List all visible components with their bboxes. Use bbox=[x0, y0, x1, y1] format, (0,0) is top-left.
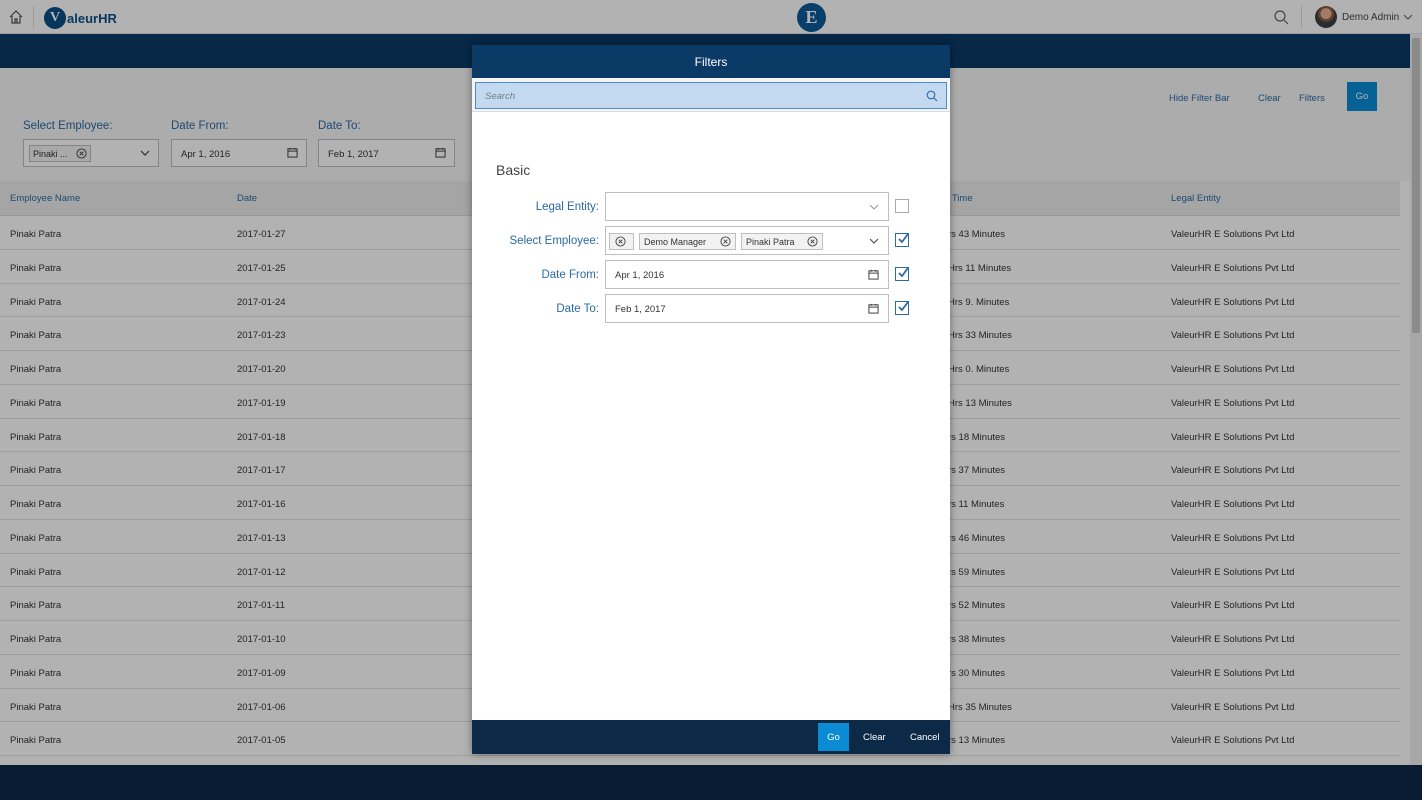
employee-token[interactable] bbox=[609, 233, 634, 250]
date-to-label: Date To: bbox=[556, 303, 599, 315]
date-from-checkbox[interactable] bbox=[895, 267, 909, 281]
employee-token[interactable]: Demo Manager bbox=[639, 233, 736, 250]
employee-multicombo[interactable]: Demo Manager Pinaki Patra bbox=[605, 226, 889, 255]
employee-checkbox[interactable] bbox=[895, 233, 909, 247]
token-label: Demo Manager bbox=[644, 237, 707, 247]
chevron-down-icon[interactable] bbox=[868, 235, 880, 247]
chevron-down-icon[interactable] bbox=[868, 201, 880, 213]
calendar-icon[interactable] bbox=[868, 269, 879, 280]
filters-dialog: Filters Search Basic Legal Entity: Selec… bbox=[472, 45, 950, 754]
clear-button[interactable]: Clear bbox=[863, 732, 886, 743]
date-from-picker[interactable]: Apr 1, 2016 bbox=[605, 260, 889, 289]
legal-entity-label: Legal Entity: bbox=[535, 201, 599, 213]
group-title: Basic bbox=[496, 162, 531, 178]
remove-token-icon[interactable] bbox=[807, 236, 818, 247]
date-to-checkbox[interactable] bbox=[895, 301, 909, 315]
employee-token[interactable]: Pinaki Patra bbox=[741, 233, 823, 250]
remove-token-icon[interactable] bbox=[720, 236, 731, 247]
date-from-label: Date From: bbox=[541, 269, 599, 281]
dialog-title: Filters bbox=[472, 45, 950, 78]
filter-search-field[interactable]: Search bbox=[475, 82, 947, 109]
checkmark-icon bbox=[898, 233, 909, 244]
dialog-footer: Go Clear Cancel bbox=[472, 720, 950, 754]
checkmark-icon bbox=[898, 301, 909, 312]
dialog-subheader: Search bbox=[472, 78, 950, 112]
date-from-value: Apr 1, 2016 bbox=[615, 270, 665, 281]
search-placeholder: Search bbox=[485, 91, 516, 102]
remove-token-icon[interactable] bbox=[615, 236, 626, 247]
legal-entity-checkbox[interactable] bbox=[895, 199, 909, 213]
cancel-button[interactable]: Cancel bbox=[910, 732, 940, 743]
token-label: Pinaki Patra bbox=[746, 237, 795, 247]
date-to-picker[interactable]: Feb 1, 2017 bbox=[605, 294, 889, 323]
go-button[interactable]: Go bbox=[818, 723, 849, 751]
employee-label: Select Employee: bbox=[509, 235, 600, 247]
search-icon[interactable] bbox=[926, 90, 938, 102]
legal-entity-combo[interactable] bbox=[605, 192, 889, 221]
date-to-value: Feb 1, 2017 bbox=[615, 304, 666, 315]
checkmark-icon bbox=[898, 267, 909, 278]
calendar-icon[interactable] bbox=[868, 303, 879, 314]
